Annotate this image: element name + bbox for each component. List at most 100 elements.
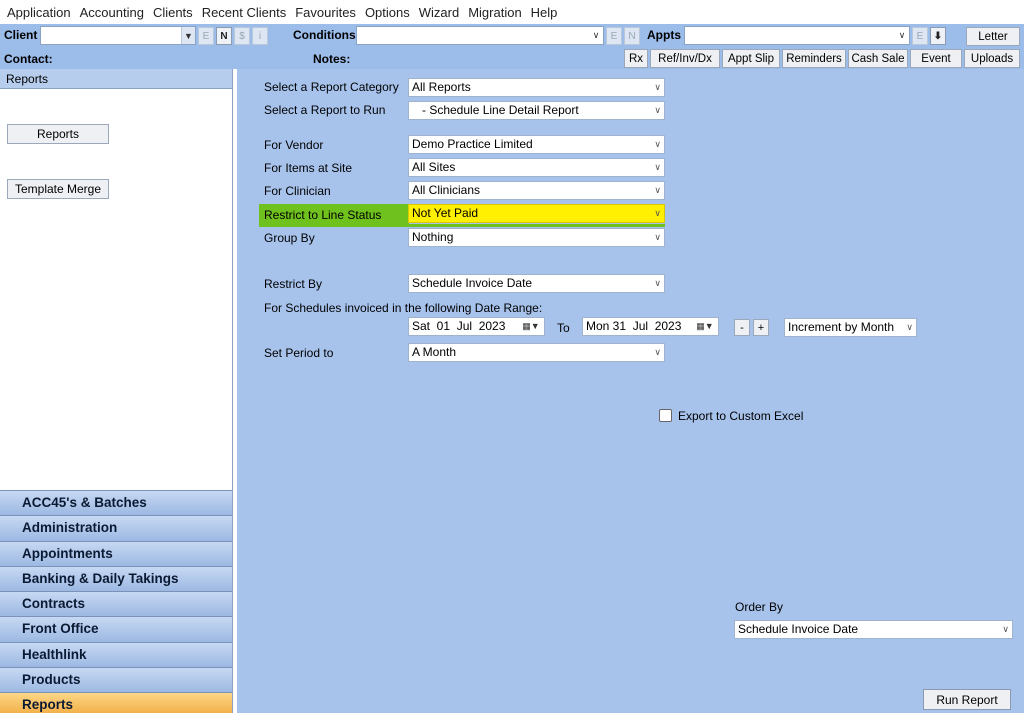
menu-application[interactable]: Application — [3, 5, 75, 20]
notes-label: Notes: — [313, 52, 351, 66]
appts-edit-button[interactable]: E — [912, 27, 928, 45]
client-new-button[interactable]: N — [216, 27, 232, 45]
conditions-edit-button[interactable]: E — [606, 27, 622, 45]
export-checkbox[interactable] — [659, 409, 672, 422]
menu-migration[interactable]: Migration — [464, 5, 525, 20]
items-value: All Sites — [412, 160, 456, 174]
report-value: - Schedule Line Detail Report — [412, 103, 579, 117]
module-nav: ACC45's & Batches Administration Appoint… — [0, 490, 232, 713]
ref-inv-dx-button[interactable]: Ref/Inv/Dx — [650, 49, 720, 68]
chevron-down-icon: ∨ — [654, 162, 661, 172]
appts-combo[interactable]: ∨ — [684, 26, 910, 45]
items-select[interactable]: All Sites ∨ — [408, 158, 665, 177]
menu-favourites[interactable]: Favourites — [291, 5, 360, 20]
restrict-select[interactable]: Schedule Invoice Date ∨ — [408, 274, 665, 293]
group-select[interactable]: Nothing ∨ — [408, 228, 665, 247]
chevron-down-icon[interactable]: ∨ — [589, 27, 603, 44]
nav-appointments[interactable]: Appointments — [0, 540, 232, 566]
order-select[interactable]: Schedule Invoice Date ∨ — [734, 620, 1013, 639]
group-label: Group By — [264, 231, 315, 245]
chevron-down-icon: ∨ — [654, 278, 661, 288]
chevron-down-icon: ∨ — [654, 208, 661, 218]
status-underline-highlight — [259, 224, 665, 227]
menu-bar: Application Accounting Clients Recent Cl… — [0, 0, 1024, 24]
restrict-label: Restrict By — [264, 277, 323, 291]
nav-acc45-batches[interactable]: ACC45's & Batches — [0, 490, 232, 516]
chevron-down-icon[interactable]: ∨ — [895, 27, 909, 44]
date-to-value: Mon 31 Jul 2023 — [586, 319, 682, 333]
chevron-down-icon: ∨ — [906, 322, 913, 332]
nav-reports[interactable]: Reports — [0, 692, 232, 713]
menu-clients[interactable]: Clients — [149, 5, 197, 20]
period-select[interactable]: A Month ∨ — [408, 343, 665, 362]
client-info-button[interactable]: i — [252, 27, 268, 45]
calendar-icon[interactable]: ▦▼ — [520, 319, 542, 334]
nav-products[interactable]: Products — [0, 667, 232, 693]
report-form: Select a Report Category All Reports ∨ Se… — [237, 69, 1024, 713]
uploads-button[interactable]: Uploads — [964, 49, 1020, 68]
client-combo[interactable]: ▼ — [40, 26, 196, 45]
menu-options[interactable]: Options — [361, 5, 414, 20]
category-value: All Reports — [412, 80, 471, 94]
menu-help[interactable]: Help — [527, 5, 562, 20]
rx-button[interactable]: Rx — [624, 49, 648, 68]
chevron-down-icon: ∨ — [654, 347, 661, 357]
run-report-button[interactable]: Run Report — [923, 689, 1011, 710]
menu-accounting[interactable]: Accounting — [76, 5, 148, 20]
nav-front-office[interactable]: Front Office — [0, 616, 232, 642]
calendar-icon[interactable]: ▦▼ — [694, 319, 716, 334]
status-select[interactable]: Not Yet Paid ∨ — [408, 204, 665, 223]
client-account-button[interactable]: $ — [234, 27, 250, 45]
chevron-down-icon: ∨ — [654, 82, 661, 92]
status-label: Restrict to Line Status — [264, 208, 382, 222]
category-label: Select a Report Category — [264, 80, 399, 94]
clinician-select[interactable]: All Clinicians ∨ — [408, 181, 665, 200]
event-button[interactable]: Event — [910, 49, 962, 68]
letter-button[interactable]: Letter — [966, 27, 1020, 46]
nav-banking-daily-takings[interactable]: Banking & Daily Takings — [0, 565, 232, 592]
report-select[interactable]: - Schedule Line Detail Report ∨ — [408, 101, 665, 120]
increment-value: Increment by Month — [788, 320, 895, 334]
menu-wizard[interactable]: Wizard — [415, 5, 463, 20]
export-label: Export to Custom Excel — [678, 409, 804, 423]
date-to-picker[interactable]: Mon 31 Jul 2023 ▦▼ — [582, 317, 719, 336]
conditions-new-button[interactable]: N — [624, 27, 640, 45]
chevron-down-icon: ∨ — [654, 139, 661, 149]
client-edit-button[interactable]: E — [198, 27, 214, 45]
status-value: Not Yet Paid — [412, 206, 479, 220]
vendor-label: For Vendor — [264, 138, 324, 152]
menu-recent-clients[interactable]: Recent Clients — [198, 5, 291, 20]
to-label: To — [557, 321, 570, 335]
template-merge-button[interactable]: Template Merge — [7, 179, 109, 199]
vendor-value: Demo Practice Limited — [412, 137, 533, 151]
order-label: Order By — [735, 600, 784, 614]
date-range-label: For Schedules invoiced in the following … — [264, 301, 543, 315]
reports-button[interactable]: Reports — [7, 124, 109, 144]
chevron-down-icon: ∨ — [654, 185, 661, 195]
category-select[interactable]: All Reports ∨ — [408, 78, 665, 97]
reminders-button[interactable]: Reminders — [782, 49, 846, 68]
restrict-value: Schedule Invoice Date — [412, 276, 533, 290]
chevron-down-icon: ∨ — [654, 232, 661, 242]
increment-button[interactable]: + — [753, 319, 769, 336]
appt-slip-button[interactable]: Appt Slip — [722, 49, 780, 68]
contact-toolbar: Contact: Notes: Rx Ref/Inv/Dx Appt Slip … — [0, 48, 1024, 69]
decrement-button[interactable]: - — [734, 319, 750, 336]
chevron-down-icon[interactable]: ▼ — [181, 27, 195, 44]
items-label: For Items at Site — [264, 161, 353, 175]
date-from-picker[interactable]: Sat 01 Jul 2023 ▦▼ — [408, 317, 545, 336]
conditions-label: Conditions — [293, 28, 356, 42]
increment-select[interactable]: Increment by Month ∨ — [784, 318, 917, 337]
left-panel: Reports Reports Template Merge ACC45's &… — [0, 69, 233, 713]
cash-sale-button[interactable]: Cash Sale — [848, 49, 908, 68]
period-label: Set Period to — [264, 346, 334, 360]
chevron-down-icon: ∨ — [654, 105, 661, 115]
nav-contracts[interactable]: Contracts — [0, 591, 232, 617]
nav-healthlink[interactable]: Healthlink — [0, 641, 232, 668]
clinician-value: All Clinicians — [412, 183, 481, 197]
vendor-select[interactable]: Demo Practice Limited ∨ — [408, 135, 665, 154]
conditions-combo[interactable]: ∨ — [356, 26, 604, 45]
clinician-label: For Clinician — [264, 184, 331, 198]
download-icon[interactable]: ⬇ — [930, 27, 946, 45]
nav-administration[interactable]: Administration — [0, 515, 232, 541]
